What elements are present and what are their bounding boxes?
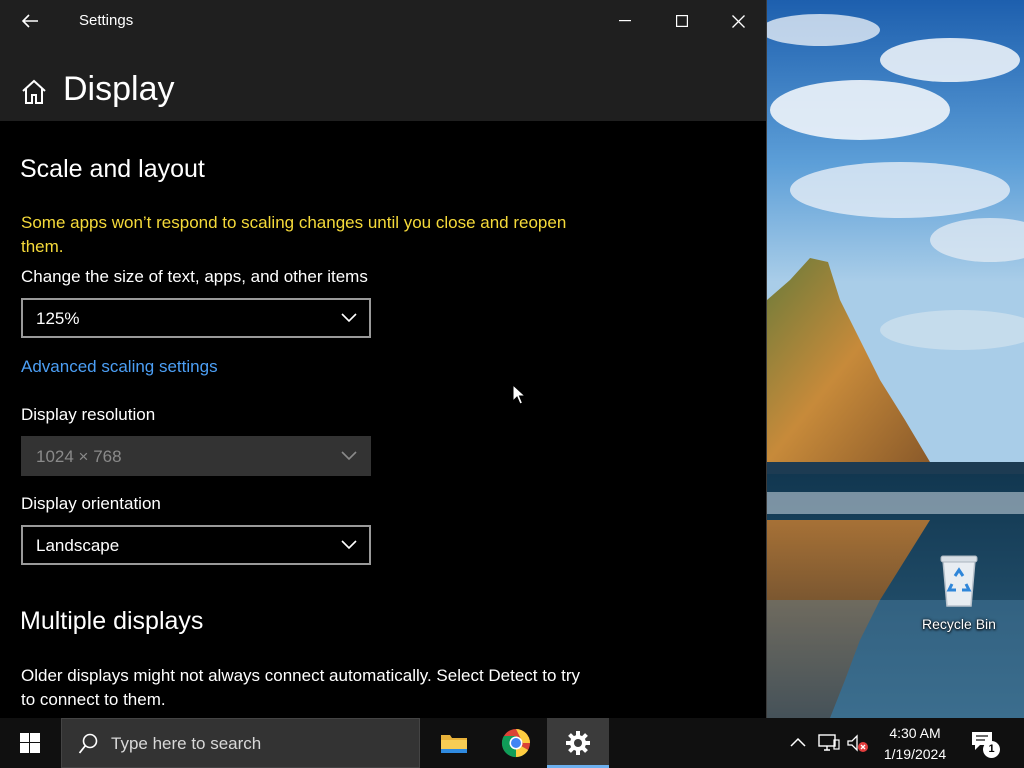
- taskbar-search-box[interactable]: Type here to search: [61, 718, 420, 768]
- search-placeholder: Type here to search: [111, 734, 262, 753]
- text-size-label: Change the size of text, apps, and other…: [21, 267, 368, 286]
- search-icon: [78, 733, 98, 754]
- mouse-pointer-icon: [512, 384, 526, 405]
- scale-dropdown[interactable]: 125%: [21, 298, 371, 338]
- chrome-icon: [501, 729, 530, 758]
- page-header: Display: [0, 42, 766, 121]
- notification-count-badge: 1: [983, 741, 1000, 758]
- scaling-warning-text: Some apps won’t respond to scaling chang…: [21, 213, 567, 256]
- taskbar: Type here to search 4:30 AM 1/19/2024 1: [0, 718, 1024, 768]
- multiple-displays-description: Older displays might not always connect …: [21, 666, 581, 709]
- action-center-button[interactable]: 1: [962, 726, 1002, 760]
- recycle-bin-icon: [940, 555, 978, 607]
- maximize-button[interactable]: [653, 0, 710, 42]
- start-button[interactable]: [0, 718, 60, 768]
- resolution-dropdown-value: 1024 × 768: [36, 447, 122, 466]
- title-bar[interactable]: Settings: [0, 0, 766, 42]
- display-orientation-label: Display orientation: [21, 494, 161, 513]
- advanced-scaling-link[interactable]: Advanced scaling settings: [21, 357, 218, 377]
- taskbar-chrome[interactable]: [485, 718, 547, 768]
- resolution-dropdown: 1024 × 768: [21, 436, 371, 476]
- scale-and-layout-heading: Scale and layout: [20, 155, 205, 183]
- chevron-down-icon: [341, 313, 357, 323]
- maximize-icon: [675, 15, 688, 27]
- page-title: Display: [63, 70, 175, 108]
- recycle-bin-label: Recycle Bin: [922, 616, 996, 632]
- network-icon[interactable]: [818, 734, 840, 752]
- home-button[interactable]: [18, 76, 50, 108]
- settings-content: Scale and layout Some apps won’t respond…: [0, 121, 766, 718]
- close-button[interactable]: [710, 0, 766, 42]
- home-icon: [22, 79, 46, 104]
- display-resolution-label: Display resolution: [21, 405, 156, 424]
- chevron-up-icon[interactable]: [790, 736, 806, 748]
- chevron-down-icon: [341, 540, 357, 550]
- taskbar-settings[interactable]: [547, 718, 609, 768]
- multiple-displays-heading: Multiple displays: [20, 607, 204, 635]
- clock-time: 4:30 AM: [889, 725, 941, 741]
- orientation-dropdown-value: Landscape: [36, 536, 120, 555]
- clock-date: 1/19/2024: [883, 746, 947, 762]
- file-explorer-icon: [441, 735, 467, 753]
- settings-gear-icon: [566, 731, 590, 755]
- window-title: Settings: [79, 12, 134, 29]
- scale-dropdown-value: 125%: [36, 309, 80, 328]
- recycle-bin-shortcut[interactable]: Recycle Bin: [918, 552, 1000, 632]
- back-arrow-icon: [21, 14, 38, 28]
- settings-window: Settings Display Scale and layout Some a…: [0, 0, 767, 718]
- chevron-down-icon: [341, 451, 357, 461]
- taskbar-file-explorer[interactable]: [423, 718, 485, 768]
- minimize-button[interactable]: [596, 0, 653, 42]
- taskbar-clock[interactable]: 4:30 AM 1/19/2024: [872, 723, 958, 765]
- orientation-dropdown[interactable]: Landscape: [21, 525, 371, 565]
- windows-logo-icon: [20, 733, 40, 753]
- volume-muted-icon[interactable]: [846, 734, 870, 754]
- back-button[interactable]: [8, 4, 52, 38]
- close-icon: [732, 14, 745, 28]
- minimize-icon: [618, 20, 631, 22]
